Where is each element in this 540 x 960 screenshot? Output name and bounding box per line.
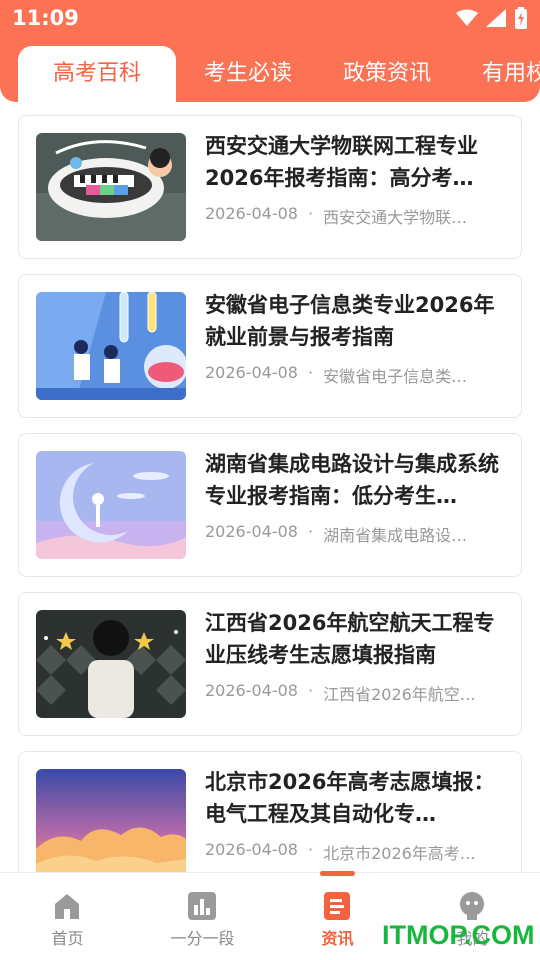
nav-home[interactable]: 首页 bbox=[0, 873, 135, 960]
article-source: 湖南省集成电路设… bbox=[323, 526, 468, 545]
article-card[interactable]: 西安交通大学物联网工程专业2026年报考指南：高分考… 2026-04-08 ·… bbox=[18, 115, 522, 259]
meta-separator: · bbox=[307, 681, 314, 700]
meta-separator: · bbox=[307, 363, 314, 382]
article-title: 江西省2026年航空航天工程专业压线考生志愿填报指南 bbox=[205, 611, 495, 667]
article-date: 2026-04-08 bbox=[205, 363, 298, 382]
tab-kaosheng-bidu[interactable]: 考生必读 bbox=[204, 46, 292, 102]
article-thumbnail bbox=[36, 769, 186, 872]
watermark: ITMOP.COM bbox=[382, 920, 535, 950]
nav-score-segment-label: 一分一段 bbox=[170, 929, 235, 948]
article-meta: 2026-04-08 · 西安交通大学物联… bbox=[205, 204, 505, 228]
status-time: 11:09 bbox=[12, 6, 79, 30]
article-meta: 2026-04-08 · 江西省2026年航空… bbox=[205, 681, 505, 705]
meta-separator: · bbox=[307, 840, 314, 859]
article-meta: 2026-04-08 · 安徽省电子信息类… bbox=[205, 363, 505, 387]
article-title: 北京市2026年高考志愿填报：电气工程及其自动化专… bbox=[205, 770, 495, 826]
category-tabs: 高考百科 考生必读 政策资讯 有用校 bbox=[0, 36, 540, 102]
news-icon bbox=[324, 892, 350, 920]
status-bar: 11:09 bbox=[0, 0, 540, 36]
article-meta: 2026-04-08 · 湖南省集成电路设… bbox=[205, 522, 505, 546]
article-title: 安徽省电子信息类专业2026年就业前景与报考指南 bbox=[205, 293, 495, 349]
article-card[interactable]: 北京市2026年高考志愿填报：电气工程及其自动化专… 2026-04-08 · … bbox=[18, 751, 522, 872]
signal-icon bbox=[486, 9, 506, 27]
article-title: 西安交通大学物联网工程专业2026年报考指南：高分考… bbox=[205, 134, 478, 190]
article-list: 西安交通大学物联网工程专业2026年报考指南：高分考… 2026-04-08 ·… bbox=[0, 102, 540, 872]
status-icons bbox=[456, 7, 528, 29]
article-source: 西安交通大学物联… bbox=[323, 208, 468, 227]
article-card[interactable]: 湖南省集成电路设计与集成系统专业报考指南：低分考生… 2026-04-08 · … bbox=[18, 433, 522, 577]
article-title: 湖南省集成电路设计与集成系统专业报考指南：低分考生… bbox=[205, 452, 499, 508]
nav-score-segment[interactable]: 一分一段 bbox=[135, 873, 270, 960]
article-thumbnail bbox=[36, 292, 186, 400]
article-meta: 2026-04-08 · 北京市2026年高考… bbox=[205, 840, 505, 864]
battery-icon bbox=[515, 7, 527, 29]
tab-youyong[interactable]: 有用校 bbox=[482, 46, 540, 102]
article-source: 江西省2026年航空… bbox=[323, 685, 476, 704]
nav-home-label: 首页 bbox=[51, 929, 84, 948]
meta-separator: · bbox=[307, 522, 314, 541]
article-thumbnail bbox=[36, 133, 186, 241]
article-date: 2026-04-08 bbox=[205, 681, 298, 700]
article-date: 2026-04-08 bbox=[205, 204, 298, 223]
article-source: 北京市2026年高考… bbox=[323, 844, 476, 863]
article-source: 安徽省电子信息类… bbox=[323, 367, 468, 386]
article-card[interactable]: 江西省2026年航空航天工程专业压线考生志愿填报指南 2026-04-08 · … bbox=[18, 592, 522, 736]
home-icon bbox=[55, 894, 79, 919]
article-card[interactable]: 安徽省电子信息类专业2026年就业前景与报考指南 2026-04-08 · 安徽… bbox=[18, 274, 522, 418]
tab-zhengce-zixun[interactable]: 政策资讯 bbox=[343, 46, 431, 102]
wifi-icon bbox=[456, 9, 478, 26]
article-thumbnail bbox=[36, 610, 186, 718]
article-thumbnail bbox=[36, 451, 186, 559]
article-date: 2026-04-08 bbox=[205, 840, 298, 859]
chart-icon bbox=[188, 892, 216, 920]
tab-gaokao-baike[interactable]: 高考百科 bbox=[18, 46, 176, 102]
active-indicator bbox=[320, 871, 355, 876]
article-date: 2026-04-08 bbox=[205, 522, 298, 541]
meta-separator: · bbox=[307, 204, 314, 223]
profile-icon bbox=[460, 892, 484, 920]
